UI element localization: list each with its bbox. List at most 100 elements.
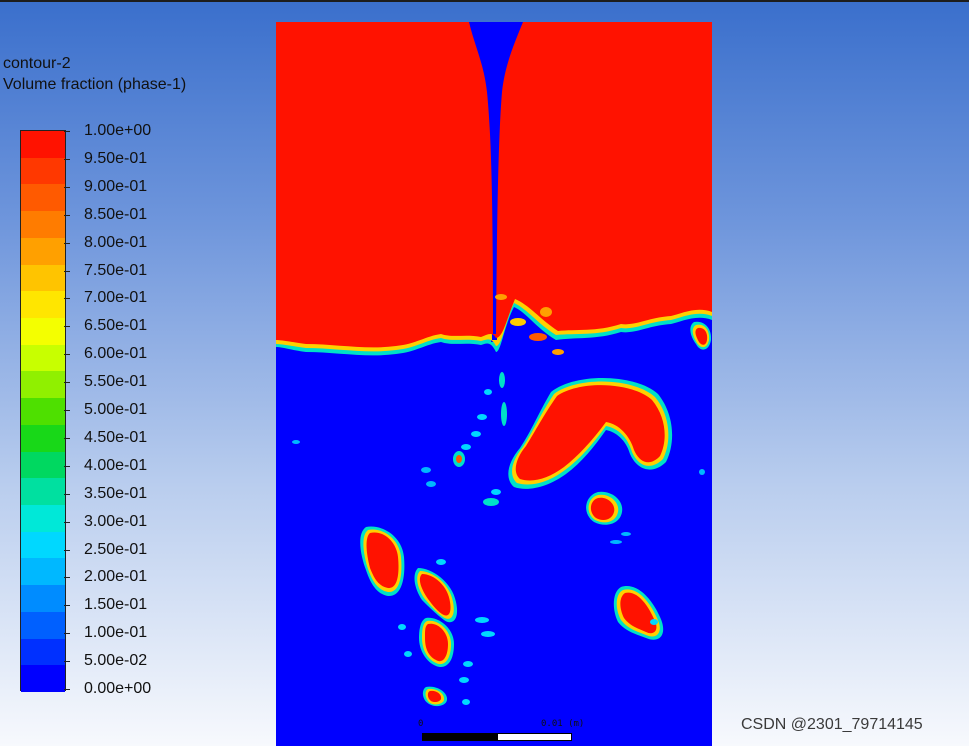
legend-label: 3.00e-01 — [84, 512, 148, 530]
legend-label: 1.00e-01 — [84, 624, 148, 642]
droplet — [552, 349, 564, 355]
legend-label: 2.50e-01 — [84, 540, 148, 558]
legend-tick — [64, 465, 70, 467]
droplet — [501, 402, 507, 426]
droplet — [404, 651, 412, 657]
legend-label: 0.00e+00 — [84, 680, 152, 697]
legend-tick — [64, 549, 70, 551]
legend-tick — [64, 437, 70, 439]
legend-tick — [64, 186, 70, 188]
droplet — [621, 532, 631, 536]
droplet — [529, 333, 547, 341]
droplet — [398, 624, 406, 630]
legend-swatch — [21, 371, 65, 399]
legend-label: 7.50e-01 — [84, 261, 148, 279]
legend-tick — [64, 661, 70, 663]
watermark: CSDN @2301_79714145 — [741, 716, 923, 733]
legend-tick — [64, 214, 70, 216]
droplet — [491, 489, 501, 495]
legend-swatch — [21, 184, 65, 212]
legend-tick — [64, 270, 70, 272]
legend-label: 2.00e-01 — [84, 568, 148, 586]
droplet — [699, 469, 705, 475]
legend-tick — [64, 633, 70, 635]
droplet — [499, 372, 505, 388]
legend-label: 9.00e-01 — [84, 177, 148, 195]
legend-swatch — [21, 585, 65, 613]
legend-swatch — [21, 291, 65, 319]
legend-label: 6.00e-01 — [84, 345, 148, 363]
legend-swatch — [21, 478, 65, 506]
droplet — [456, 455, 462, 463]
window-top-border — [0, 0, 969, 2]
droplet — [540, 307, 552, 317]
legend-tick — [64, 326, 70, 328]
legend-label: 5.50e-01 — [84, 373, 148, 391]
droplet — [475, 617, 489, 623]
droplet — [436, 559, 446, 565]
legend-swatch — [21, 157, 65, 185]
contour-plot-domain[interactable] — [276, 22, 712, 746]
droplet — [495, 294, 507, 300]
legend-tick — [64, 242, 70, 244]
legend-tick — [64, 577, 70, 579]
legend-label: 3.50e-01 — [84, 484, 148, 502]
legend-label: 1.50e-01 — [84, 596, 148, 614]
contour-title: contour-2 Volume fraction (phase-1) — [3, 53, 186, 95]
droplet — [421, 467, 431, 473]
legend-tick — [64, 158, 70, 160]
legend-swatch — [21, 611, 65, 640]
droplet — [510, 318, 526, 326]
legend-swatch — [21, 638, 65, 666]
droplet — [483, 498, 499, 506]
legend-tick — [64, 298, 70, 300]
scale-bar-segment — [422, 733, 497, 741]
legend-label: 1.00e+00 — [84, 122, 152, 139]
droplet — [481, 631, 495, 637]
legend-tick — [64, 131, 70, 132]
legend-swatch — [21, 451, 65, 479]
legend-swatch — [21, 558, 65, 586]
color-legend-bar — [20, 130, 66, 693]
legend-swatch — [21, 264, 65, 292]
legend-swatch — [21, 237, 65, 266]
droplet — [462, 699, 470, 705]
legend-tick — [64, 605, 70, 607]
legend-swatch — [21, 211, 65, 239]
legend-label: 8.00e-01 — [84, 233, 148, 251]
droplet — [484, 389, 492, 395]
legend-label: 5.00e-01 — [84, 401, 148, 418]
legend-label: 4.00e-01 — [84, 456, 148, 474]
legend-swatch — [21, 131, 65, 159]
droplet — [471, 431, 481, 437]
legend-label: 8.50e-01 — [84, 205, 148, 223]
legend-swatch — [21, 398, 65, 426]
legend-label: 7.00e-01 — [84, 289, 148, 307]
legend-label: 5.00e-02 — [84, 652, 148, 670]
legend-swatch — [21, 424, 65, 453]
legend-label: 9.50e-01 — [84, 149, 148, 167]
legend-tick — [64, 493, 70, 495]
droplet — [463, 661, 473, 667]
legend-swatch — [21, 665, 65, 693]
legend-label: 4.50e-01 — [84, 428, 148, 446]
legend-swatch — [21, 344, 65, 372]
scale-bar-segment — [497, 733, 572, 741]
legend-tick — [64, 410, 70, 411]
droplet — [426, 481, 436, 487]
legend-tick — [64, 354, 70, 356]
droplet — [292, 440, 300, 444]
droplet — [610, 540, 622, 544]
legend-label: 6.50e-01 — [84, 317, 148, 335]
legend-tick — [64, 689, 70, 690]
legend-swatch — [21, 531, 65, 559]
contour-plot-svg — [276, 22, 712, 746]
legend-tick — [64, 521, 70, 523]
legend-swatch — [21, 318, 65, 346]
contour-variable: Volume fraction (phase-1) — [3, 76, 187, 93]
legend-tick — [64, 382, 70, 384]
droplet — [459, 677, 469, 683]
droplet — [650, 619, 658, 625]
legend-swatch — [21, 505, 65, 533]
contour-name: contour-2 — [3, 55, 71, 72]
